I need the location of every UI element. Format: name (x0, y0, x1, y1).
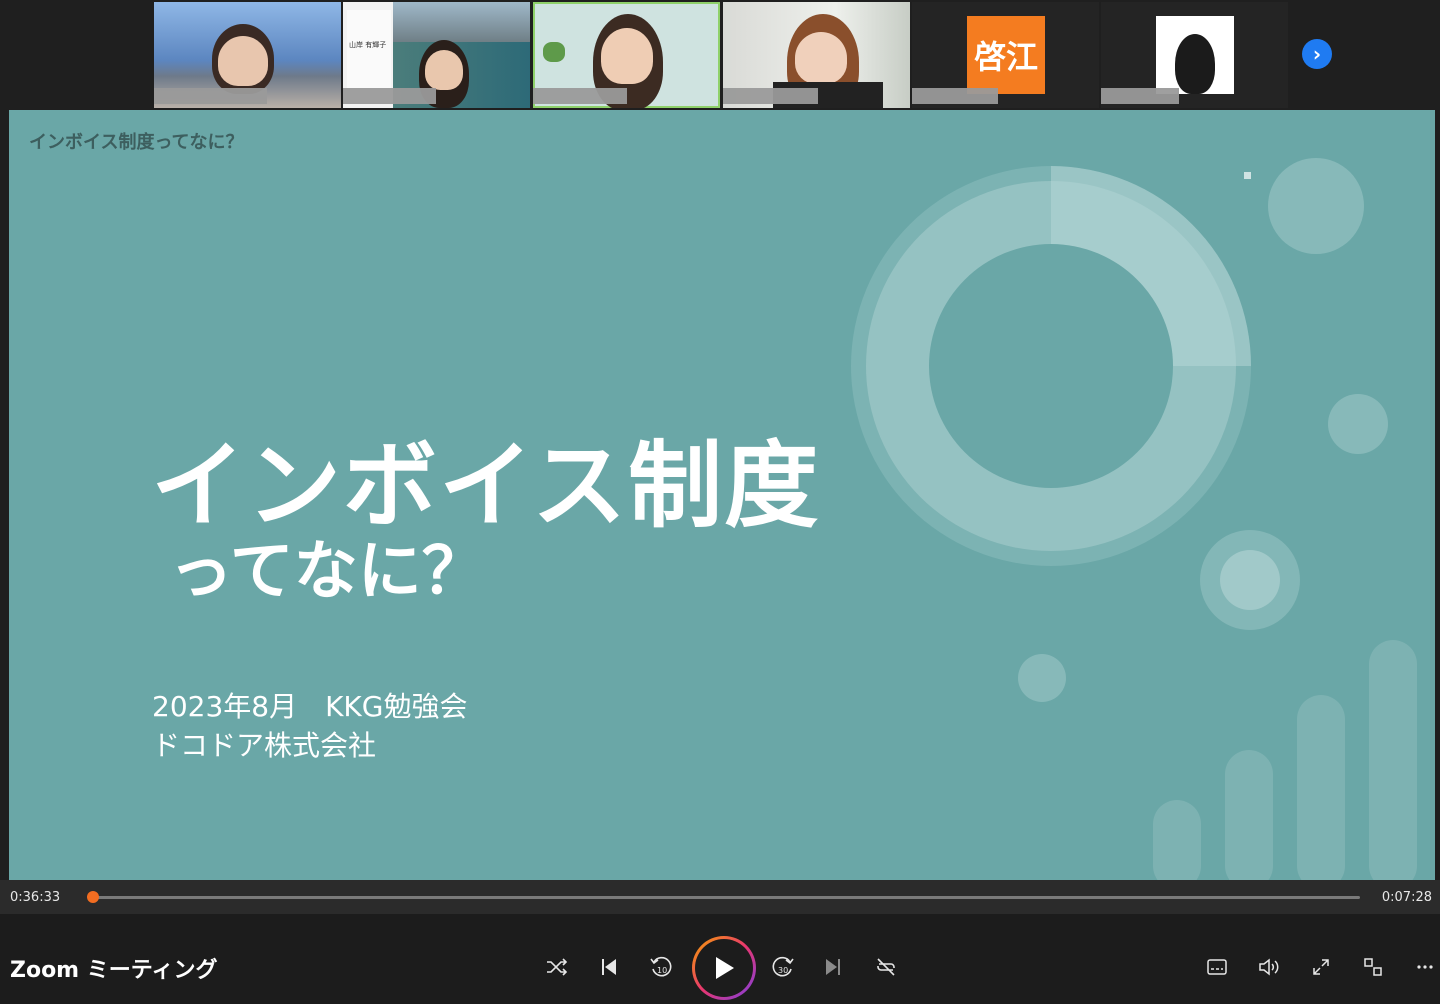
shuffle-button[interactable] (542, 954, 572, 980)
play-button[interactable] (692, 936, 756, 1000)
fullscreen-button[interactable] (1308, 954, 1334, 980)
participant-face (795, 32, 847, 84)
player-controls: Zoom ミーティング 10 30 (0, 914, 1440, 1004)
seek-bar: 0:36:33 0:07:28 (0, 880, 1440, 914)
participant-name-bar (912, 88, 998, 104)
svg-text:30: 30 (778, 966, 788, 975)
mountain-backdrop (393, 2, 530, 42)
next-icon (826, 959, 840, 975)
mini-player-icon (1364, 958, 1382, 976)
skip-back-10-button[interactable]: 10 (646, 952, 676, 982)
remaining-time: 0:07:28 (1381, 890, 1432, 905)
participant-name-bar (343, 88, 436, 104)
next-button[interactable] (820, 954, 846, 980)
skip-back-10-icon: 10 (650, 956, 672, 977)
previous-icon (602, 959, 616, 975)
participant-avatar: 啓江 (967, 16, 1045, 94)
repeat-button[interactable] (872, 953, 900, 981)
shuffle-icon (547, 958, 568, 976)
slide-company: ドコドア株式会社 (152, 729, 377, 762)
business-card-name: 山岸 有輝子 (349, 41, 387, 49)
mini-player-button[interactable] (1360, 954, 1386, 980)
seek-thumb[interactable] (87, 891, 99, 903)
more-icon (1417, 965, 1433, 969)
participant-name-bar (723, 88, 818, 104)
participant-face (218, 36, 268, 86)
participant-name-bar (533, 88, 627, 104)
participant-avatar-6[interactable] (1101, 2, 1288, 108)
participant-face (601, 28, 653, 84)
participant-strip: 山岸 有輝子 啓江 › (0, 0, 1440, 110)
participant-name-bar (154, 88, 267, 104)
more-button[interactable] (1412, 954, 1438, 980)
shared-slide: インボイス制度ってなに？ インボイス制度 ってなに？ 2023年8月 KKG勉強… (9, 110, 1435, 880)
plant (543, 42, 565, 62)
play-icon (716, 957, 734, 979)
participant-avatar-5[interactable]: 啓江 (912, 2, 1099, 108)
previous-button[interactable] (596, 954, 622, 980)
participant-avatar (1156, 16, 1234, 94)
slide-date-line: 2023年8月 KKG勉強会 (152, 690, 468, 723)
seek-track[interactable] (92, 896, 1360, 899)
skip-forward-30-icon: 30 (772, 956, 794, 977)
fullscreen-icon (1313, 959, 1329, 975)
media-title: Zoom ミーティング (10, 958, 218, 983)
captions-button[interactable] (1204, 954, 1230, 980)
participant-video-2[interactable]: 山岸 有輝子 (343, 2, 530, 108)
participant-video-3[interactable] (533, 2, 720, 108)
participant-video-4[interactable] (723, 2, 910, 108)
repeat-off-icon (877, 958, 895, 976)
skip-forward-30-button[interactable]: 30 (768, 952, 798, 982)
captions-icon (1207, 959, 1227, 975)
svg-text:10: 10 (657, 966, 667, 975)
avatar-photo-person (1175, 34, 1215, 94)
chevron-right-icon: › (1312, 42, 1322, 66)
volume-button[interactable] (1256, 954, 1282, 980)
elapsed-time: 0:36:33 (10, 890, 61, 905)
slide-subtitle: ってなに？ (169, 535, 486, 609)
participant-face (425, 50, 463, 90)
volume-icon (1259, 958, 1279, 976)
business-card: 山岸 有輝子 (347, 10, 391, 100)
next-participants-button[interactable]: › (1302, 39, 1332, 69)
participant-name-bar (1101, 88, 1179, 104)
participant-video-1[interactable] (154, 2, 341, 108)
slide-header: インボイス制度ってなに？ (29, 132, 244, 153)
